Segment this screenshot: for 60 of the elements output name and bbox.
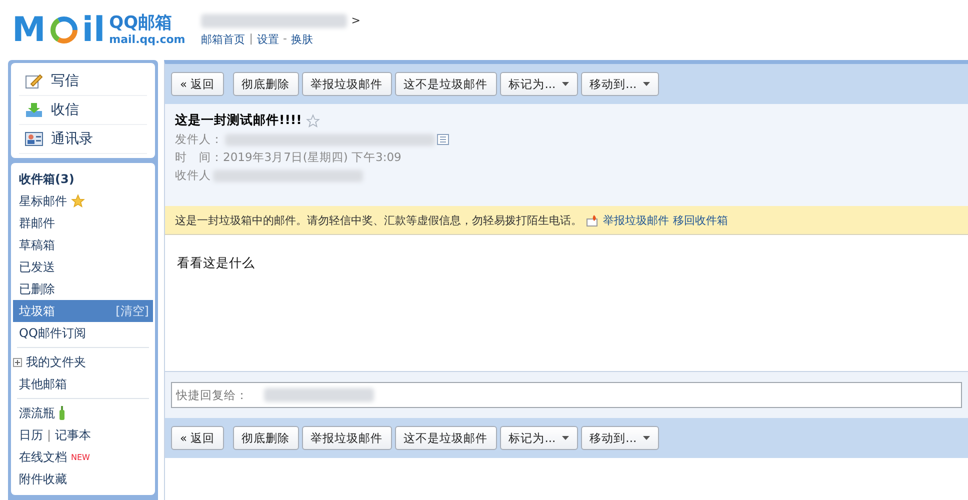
folder-item[interactable]: 其他邮箱 <box>13 373 153 395</box>
folder-item[interactable]: 群邮件 <box>13 212 153 234</box>
chevron-text: > <box>351 14 360 27</box>
pencil-icon <box>25 73 43 89</box>
contact-card-icon[interactable] <box>437 134 449 145</box>
folder-item[interactable]: 附件收藏 <box>13 468 153 490</box>
report-flame-icon <box>586 214 599 226</box>
expand-icon[interactable] <box>13 358 22 366</box>
nav-link[interactable]: 换肤 <box>290 32 313 46</box>
sidebar-action[interactable]: 写信 <box>19 67 147 96</box>
folder-item[interactable]: 漂流瓶 <box>13 402 153 424</box>
dropdown-button[interactable]: 移动到... <box>580 72 659 96</box>
logo-ring-icon <box>50 16 78 44</box>
email-subject: 这是一封测试邮件!!!! <box>175 112 302 129</box>
logo-name: QQ邮箱 <box>109 14 174 33</box>
nav-separator: - <box>282 32 287 46</box>
folder-item[interactable]: 垃圾箱 [清空] <box>13 300 153 322</box>
sender-label: 发件人： <box>175 132 223 147</box>
warning-text: 这是一封垃圾箱中的邮件。请勿轻信中奖、汇款等虚假信息，勿轻易拨打陌生电话。 <box>175 212 582 228</box>
star-icon[interactable] <box>306 114 320 128</box>
warning-link[interactable]: 举报垃圾邮件 <box>603 212 669 228</box>
logo-letters: il <box>82 13 106 47</box>
contact-card-icon <box>25 132 43 146</box>
nav-link[interactable]: 设置 <box>256 32 279 46</box>
folder-item[interactable]: 已发送 <box>13 256 153 278</box>
logo-domain: mail.qq.com <box>109 32 186 46</box>
caret-icon <box>642 82 650 86</box>
caret-icon <box>562 436 569 440</box>
dropdown-button[interactable]: 标记为... <box>500 426 578 450</box>
recipient-label: 收件人 <box>175 168 211 183</box>
inbox-download-icon <box>25 102 43 118</box>
folder-item[interactable]: 已删除 <box>13 278 153 300</box>
dropdown-button[interactable]: 移动到... <box>580 426 659 450</box>
toolbar-button[interactable]: 彻底删除 <box>232 426 299 450</box>
back-button[interactable]: « 返回 <box>171 72 224 96</box>
bottle-icon <box>59 406 65 420</box>
caret-icon <box>562 82 569 86</box>
nav-separator: | <box>249 32 253 46</box>
dropdown-button[interactable]: 标记为... <box>500 72 578 96</box>
star-icon <box>71 194 85 208</box>
folder-item[interactable]: 日历 | 记事本 <box>13 424 153 446</box>
folder-item[interactable]: 我的文件夹 <box>13 351 153 373</box>
warning-link[interactable]: 移回收件箱 <box>673 212 728 228</box>
toolbar-button[interactable]: 彻底删除 <box>232 72 299 96</box>
sidebar-action[interactable]: 通讯录 <box>19 125 147 154</box>
toolbar-button[interactable]: 这不是垃圾邮件 <box>394 426 497 450</box>
nav-link[interactable]: 邮箱首页 <box>201 32 246 46</box>
toolbar-button[interactable]: 举报垃圾邮件 <box>302 426 392 450</box>
sidebar-action[interactable]: 收信 <box>19 96 147 125</box>
toolbar-button[interactable]: 这不是垃圾邮件 <box>394 72 497 96</box>
time-text: 时 间：2019年3月7日(星期四) 下午3:09 <box>175 150 402 165</box>
email-body-text: 看看这是什么 <box>177 255 255 270</box>
toolbar-button[interactable]: 举报垃圾邮件 <box>302 72 392 96</box>
back-button[interactable]: « 返回 <box>171 426 224 450</box>
logo-letters: M <box>12 13 46 47</box>
folder-item[interactable]: 星标邮件 <box>13 190 153 212</box>
folder-item[interactable]: 草稿箱 <box>13 234 153 256</box>
folder-item[interactable]: 收件箱(3) <box>13 168 153 190</box>
caret-icon <box>642 436 650 440</box>
folder-item[interactable]: QQ邮件订阅 <box>13 322 153 344</box>
